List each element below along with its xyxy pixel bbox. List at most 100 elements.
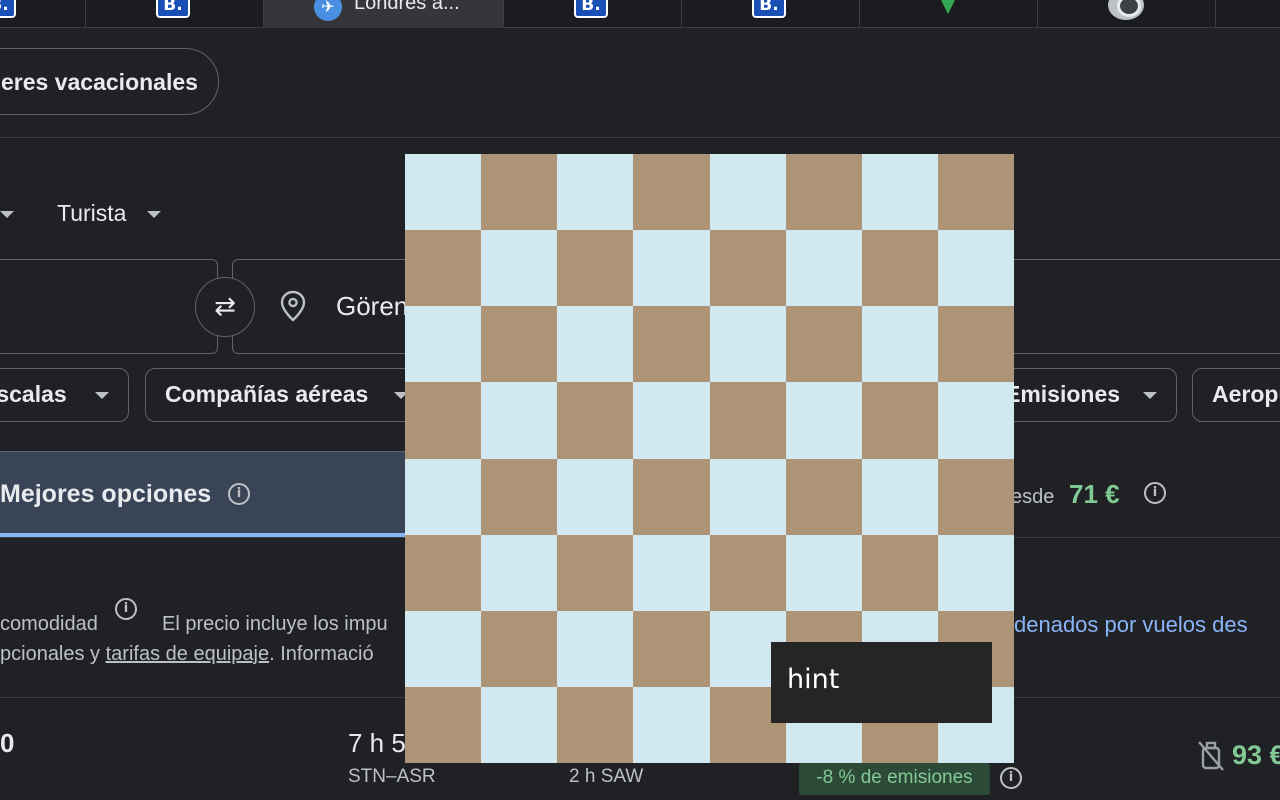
price-info-text: El precio incluye los impu — [162, 613, 388, 635]
board-square[interactable] — [557, 610, 634, 687]
board-square[interactable] — [937, 230, 1014, 307]
departure-time: 0 — [0, 728, 15, 758]
info-icon[interactable]: i — [1000, 767, 1022, 789]
browser-tab[interactable]: B. — [682, 0, 860, 28]
board-square[interactable] — [481, 458, 558, 535]
stops-filter-label: Escalas — [0, 381, 67, 407]
board-square[interactable] — [633, 534, 710, 611]
board-square[interactable] — [861, 382, 938, 459]
swap-button[interactable]: ⇄ — [195, 277, 255, 337]
emissions-filter-label: Emisiones — [1005, 381, 1121, 407]
board-square[interactable] — [937, 382, 1014, 459]
booking-favicon-icon: B. — [752, 0, 786, 18]
info-icon[interactable]: i — [115, 598, 137, 620]
browser-tab[interactable]: B. — [0, 0, 86, 28]
board-square[interactable] — [709, 382, 786, 459]
board-square[interactable] — [557, 686, 634, 763]
fees-text-start: pcionales y — [0, 643, 106, 665]
flight-price: 93 € — [1232, 740, 1280, 770]
board-square[interactable] — [785, 534, 862, 611]
flights-favicon-icon: ✈ — [314, 0, 342, 21]
cheapest-from-label: esde — [1011, 486, 1055, 508]
board-square[interactable] — [405, 534, 482, 611]
board-square[interactable] — [861, 306, 938, 383]
hint-label: hint — [787, 664, 840, 695]
board-square[interactable] — [633, 154, 710, 231]
vacation-rentals-chip[interactable]: eres vacacionales — [0, 48, 219, 115]
fees-text-end: . Informació — [269, 643, 374, 665]
comfort-label: comodidad — [0, 613, 98, 635]
board-square[interactable] — [709, 230, 786, 307]
sort-link[interactable]: denados por vuelos des — [1014, 612, 1248, 638]
flight-duration: 7 h 5 — [348, 728, 406, 758]
browser-tab-active[interactable]: ✈ Londres a... — [264, 0, 504, 28]
board-square[interactable] — [937, 306, 1014, 383]
board-square[interactable] — [557, 534, 634, 611]
hint-tooltip[interactable]: hint — [771, 642, 992, 723]
location-pin-icon — [280, 290, 306, 322]
board-square[interactable] — [405, 686, 482, 763]
board-square[interactable] — [405, 458, 482, 535]
board-square[interactable] — [861, 458, 938, 535]
browser-tab[interactable] — [1038, 0, 1216, 28]
board-square[interactable] — [405, 306, 482, 383]
destination-input[interactable]: Gören — [336, 291, 408, 322]
browser-tab[interactable] — [860, 0, 1038, 28]
airports-filter-label: Aeropu — [1212, 381, 1280, 407]
passengers-dropdown[interactable] — [0, 200, 14, 227]
airports-filter[interactable]: Aeropu — [1192, 368, 1280, 422]
board-square[interactable] — [557, 458, 634, 535]
board-square[interactable] — [785, 382, 862, 459]
board-square[interactable] — [481, 154, 558, 231]
board-square[interactable] — [937, 154, 1014, 231]
info-icon[interactable]: i — [1144, 482, 1166, 504]
board-square[interactable] — [481, 610, 558, 687]
baggage-fees-link[interactable]: tarifas de equipaje — [106, 643, 269, 665]
chevron-down-icon — [1143, 392, 1157, 399]
board-square[interactable] — [557, 230, 634, 307]
board-square[interactable] — [405, 382, 482, 459]
board-square[interactable] — [785, 306, 862, 383]
browser-tab[interactable]: B. — [504, 0, 682, 28]
emissions-badge: -8 % de emisiones — [799, 763, 990, 795]
stops-filter[interactable]: Escalas — [0, 368, 129, 422]
board-square[interactable] — [557, 154, 634, 231]
board-square[interactable] — [785, 154, 862, 231]
board-square[interactable] — [481, 382, 558, 459]
board-square[interactable] — [405, 154, 482, 231]
board-square[interactable] — [937, 534, 1014, 611]
board-square[interactable] — [861, 154, 938, 231]
board-square[interactable] — [557, 306, 634, 383]
board-square[interactable] — [405, 610, 482, 687]
board-square[interactable] — [405, 230, 482, 307]
tab-best-options[interactable]: Mejores opciones i — [0, 451, 410, 537]
board-square[interactable] — [633, 686, 710, 763]
board-square[interactable] — [861, 230, 938, 307]
booking-favicon-icon: B. — [156, 0, 190, 18]
board-square[interactable] — [709, 534, 786, 611]
board-square[interactable] — [633, 230, 710, 307]
board-square[interactable] — [633, 610, 710, 687]
board-square[interactable] — [785, 458, 862, 535]
cabin-class-dropdown[interactable]: Turista — [57, 200, 161, 227]
info-icon[interactable]: i — [228, 483, 250, 505]
board-square[interactable] — [481, 686, 558, 763]
board-square[interactable] — [557, 382, 634, 459]
board-square[interactable] — [481, 230, 558, 307]
booking-favicon-icon: B. — [574, 0, 608, 18]
board-square[interactable] — [633, 306, 710, 383]
board-square[interactable] — [709, 306, 786, 383]
board-square[interactable] — [937, 458, 1014, 535]
board-square[interactable] — [785, 230, 862, 307]
origin-field[interactable] — [0, 259, 218, 354]
board-square[interactable] — [861, 534, 938, 611]
browser-tab[interactable]: B. — [86, 0, 264, 28]
board-square[interactable] — [709, 154, 786, 231]
board-square[interactable] — [481, 306, 558, 383]
board-square[interactable] — [481, 534, 558, 611]
eye-favicon-icon — [1108, 0, 1144, 20]
board-square[interactable] — [709, 458, 786, 535]
board-square[interactable] — [633, 382, 710, 459]
airlines-filter[interactable]: Compañías aéreas — [145, 368, 425, 422]
board-square[interactable] — [633, 458, 710, 535]
